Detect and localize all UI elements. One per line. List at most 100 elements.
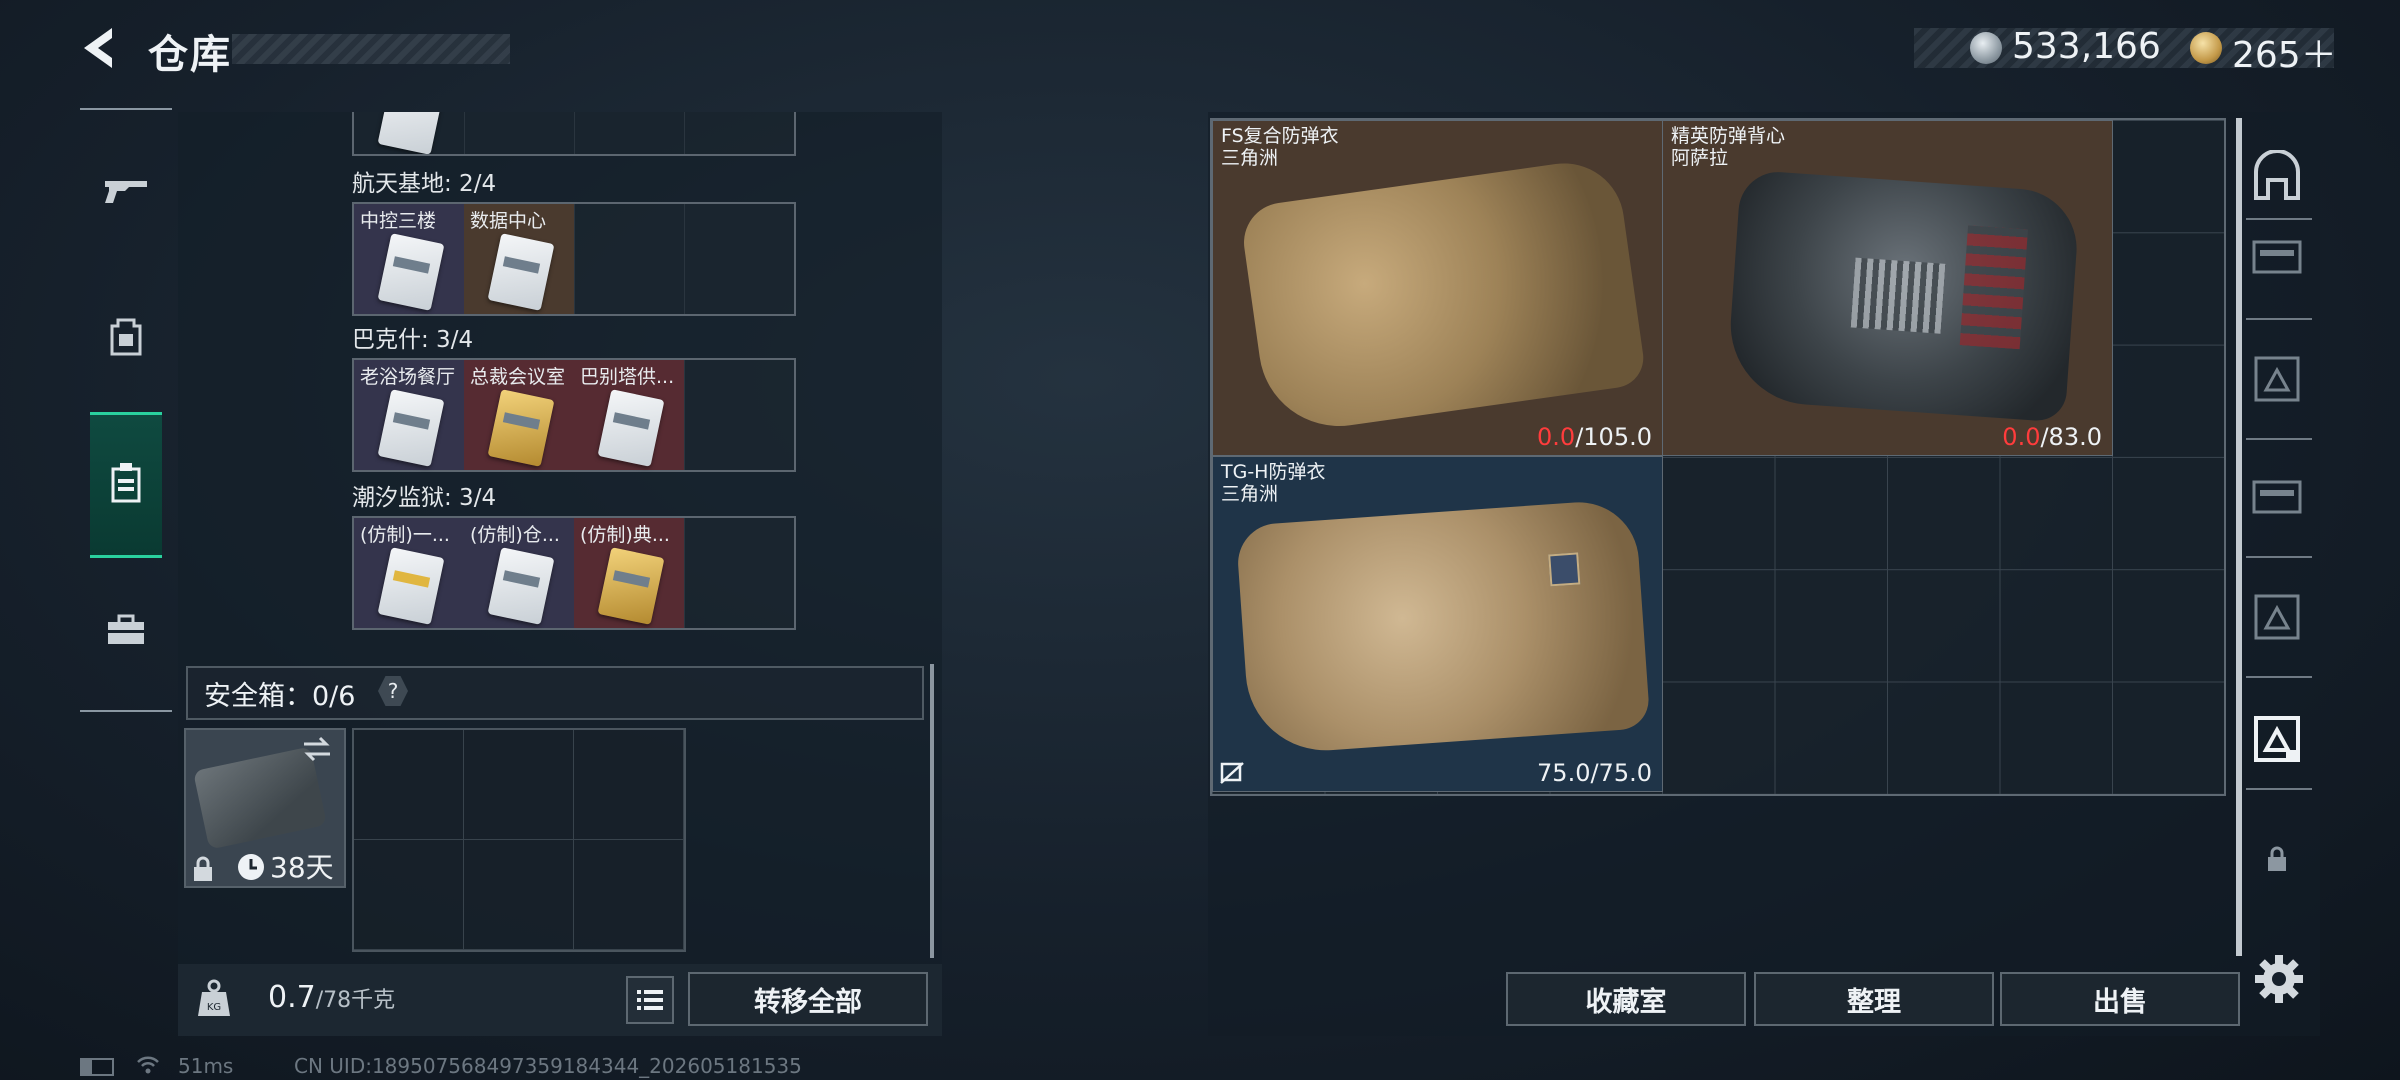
key-name: (仿制)一...	[360, 524, 450, 546]
toolbox-icon	[108, 614, 144, 644]
inventory-item[interactable]: 精英防弹背心 阿萨拉 0.0/83.0	[1662, 120, 2113, 456]
page-title: 仓库	[148, 32, 232, 78]
keycard-image	[377, 389, 445, 467]
key-slot-empty[interactable]	[684, 518, 794, 628]
no-trade-icon	[1220, 762, 1244, 784]
durability-current: 0.0	[2002, 423, 2041, 451]
lock-icon	[194, 856, 212, 881]
key-grid: 中控三楼 数据中心	[352, 202, 796, 316]
settings-gear-icon[interactable]	[2252, 952, 2306, 1006]
swap-icon[interactable]	[302, 736, 332, 762]
tab-divider	[2246, 438, 2312, 440]
list-view-button[interactable]	[626, 976, 674, 1024]
key-slot[interactable]: (仿制)典...	[574, 518, 685, 628]
safe-slot[interactable]	[464, 840, 574, 950]
organize-button[interactable]: 整理	[1754, 972, 1994, 1026]
key-name: 老浴场餐厅	[360, 366, 456, 388]
key-slot[interactable]: 老浴场餐厅	[354, 360, 465, 470]
item-name: 精英防弹背心	[1671, 125, 1786, 147]
key-grid: 老浴场餐厅 总裁会议室 巴别塔供...	[352, 358, 796, 472]
keycard-image	[377, 547, 445, 625]
key-slot-empty[interactable]	[684, 204, 794, 314]
item-origin: 三角洲	[1221, 483, 1279, 505]
item-durability: 0.0/83.0	[2002, 423, 2102, 451]
item-origin: 阿萨拉	[1671, 147, 1729, 169]
map-section-label: 巴克什: 3/4	[352, 327, 474, 353]
back-icon[interactable]	[76, 24, 124, 72]
uid-text: CN UID:189507568497359184344_20260518153…	[294, 1054, 802, 1078]
durability-max: /83.0	[2040, 423, 2102, 451]
map-section-label: 航天基地: 2/4	[352, 171, 497, 197]
item-durability: 75.0/75.0	[1537, 759, 1652, 787]
item-durability: 0.0/105.0	[1537, 423, 1652, 451]
item-title: FS复合防弹衣 三角洲	[1221, 125, 1339, 169]
transfer-all-button[interactable]: 转移全部	[688, 972, 928, 1026]
sell-button[interactable]: 出售	[2000, 972, 2240, 1026]
key-slot[interactable]	[574, 112, 685, 154]
wifi-icon	[137, 1056, 159, 1074]
key-name: 巴别塔供...	[580, 366, 675, 388]
scrollbar[interactable]	[930, 664, 934, 958]
keycard-image	[487, 389, 555, 467]
item-title: TG-H防弹衣 三角洲	[1221, 461, 1325, 505]
tab-divider	[2246, 676, 2312, 678]
safe-box-label: 安全箱：0/6	[204, 681, 356, 712]
safe-slot[interactable]	[464, 730, 574, 840]
key-name: (仿制)仓...	[470, 524, 560, 546]
battery-icon	[80, 1058, 114, 1076]
keycard-case-icon	[111, 463, 141, 503]
key-name: 中控三楼	[360, 210, 437, 232]
backpack-icon	[110, 318, 142, 356]
keycard-image	[597, 547, 665, 625]
carry-weight: 0.7/78千克	[268, 980, 395, 1015]
storage-tab-active-icon[interactable]	[2250, 712, 2304, 766]
gun-icon	[105, 181, 147, 203]
nav-toolbox[interactable]	[90, 594, 162, 666]
safe-slot[interactable]	[574, 840, 684, 950]
safe-slot[interactable]	[354, 730, 464, 840]
storage-tab-3-icon[interactable]	[2250, 470, 2304, 524]
warehouse-overview-icon[interactable]	[2250, 150, 2304, 204]
keycard-image	[487, 547, 555, 625]
warehouse-scrollbar[interactable]	[2236, 118, 2242, 956]
safe-box-grid	[352, 728, 686, 952]
item-name: TG-H防弹衣	[1221, 461, 1326, 483]
list-icon	[637, 990, 663, 1010]
nav-keycard-case[interactable]	[90, 446, 162, 518]
key-slot-empty[interactable]	[574, 204, 685, 314]
key-slot[interactable]: (仿制)一...	[354, 518, 465, 628]
case-remaining-days: 38天	[270, 851, 334, 884]
key-slot[interactable]: (仿制)仓...	[464, 518, 575, 628]
armor-image	[1725, 169, 2081, 423]
storage-tab-4-icon[interactable]	[2250, 590, 2304, 644]
nav-gun[interactable]	[90, 154, 162, 226]
locked-tab-icon[interactable]	[2266, 846, 2288, 872]
key-slot[interactable]	[354, 112, 465, 154]
keycard-image	[377, 112, 445, 154]
gold-amount[interactable]: 265＋	[2232, 26, 2337, 78]
key-slot[interactable]	[684, 112, 794, 154]
collection-room-button[interactable]: 收藏室	[1506, 972, 1746, 1026]
key-slot[interactable]	[464, 112, 575, 154]
safe-slot[interactable]	[354, 840, 464, 950]
keycard-image	[487, 233, 555, 311]
storage-tab-2-icon[interactable]	[2250, 352, 2304, 406]
key-slot[interactable]: 巴别塔供...	[574, 360, 685, 470]
key-slot[interactable]: 数据中心	[464, 204, 575, 314]
key-slot[interactable]: 中控三楼	[354, 204, 465, 314]
nav-backpack[interactable]	[90, 300, 162, 372]
key-slot[interactable]: 总裁会议室	[464, 360, 575, 470]
key-slot-empty[interactable]	[684, 360, 794, 470]
safe-slot[interactable]	[574, 730, 684, 840]
key-name: 数据中心	[470, 210, 547, 232]
item-origin: 三角洲	[1221, 147, 1279, 169]
inventory-item[interactable]: TG-H防弹衣 三角洲 75.0/75.0	[1212, 456, 1663, 792]
storage-tab-1-icon[interactable]	[2250, 230, 2304, 284]
armor-image	[1235, 498, 1651, 756]
silver-coin-icon	[1970, 32, 2002, 64]
ping-text: 51ms	[178, 1054, 234, 1078]
tab-divider	[2246, 788, 2312, 790]
tab-divider	[2246, 556, 2312, 558]
silver-amount: 533,166	[2012, 26, 2161, 67]
inventory-item[interactable]: FS复合防弹衣 三角洲 0.0/105.0	[1212, 120, 1663, 456]
